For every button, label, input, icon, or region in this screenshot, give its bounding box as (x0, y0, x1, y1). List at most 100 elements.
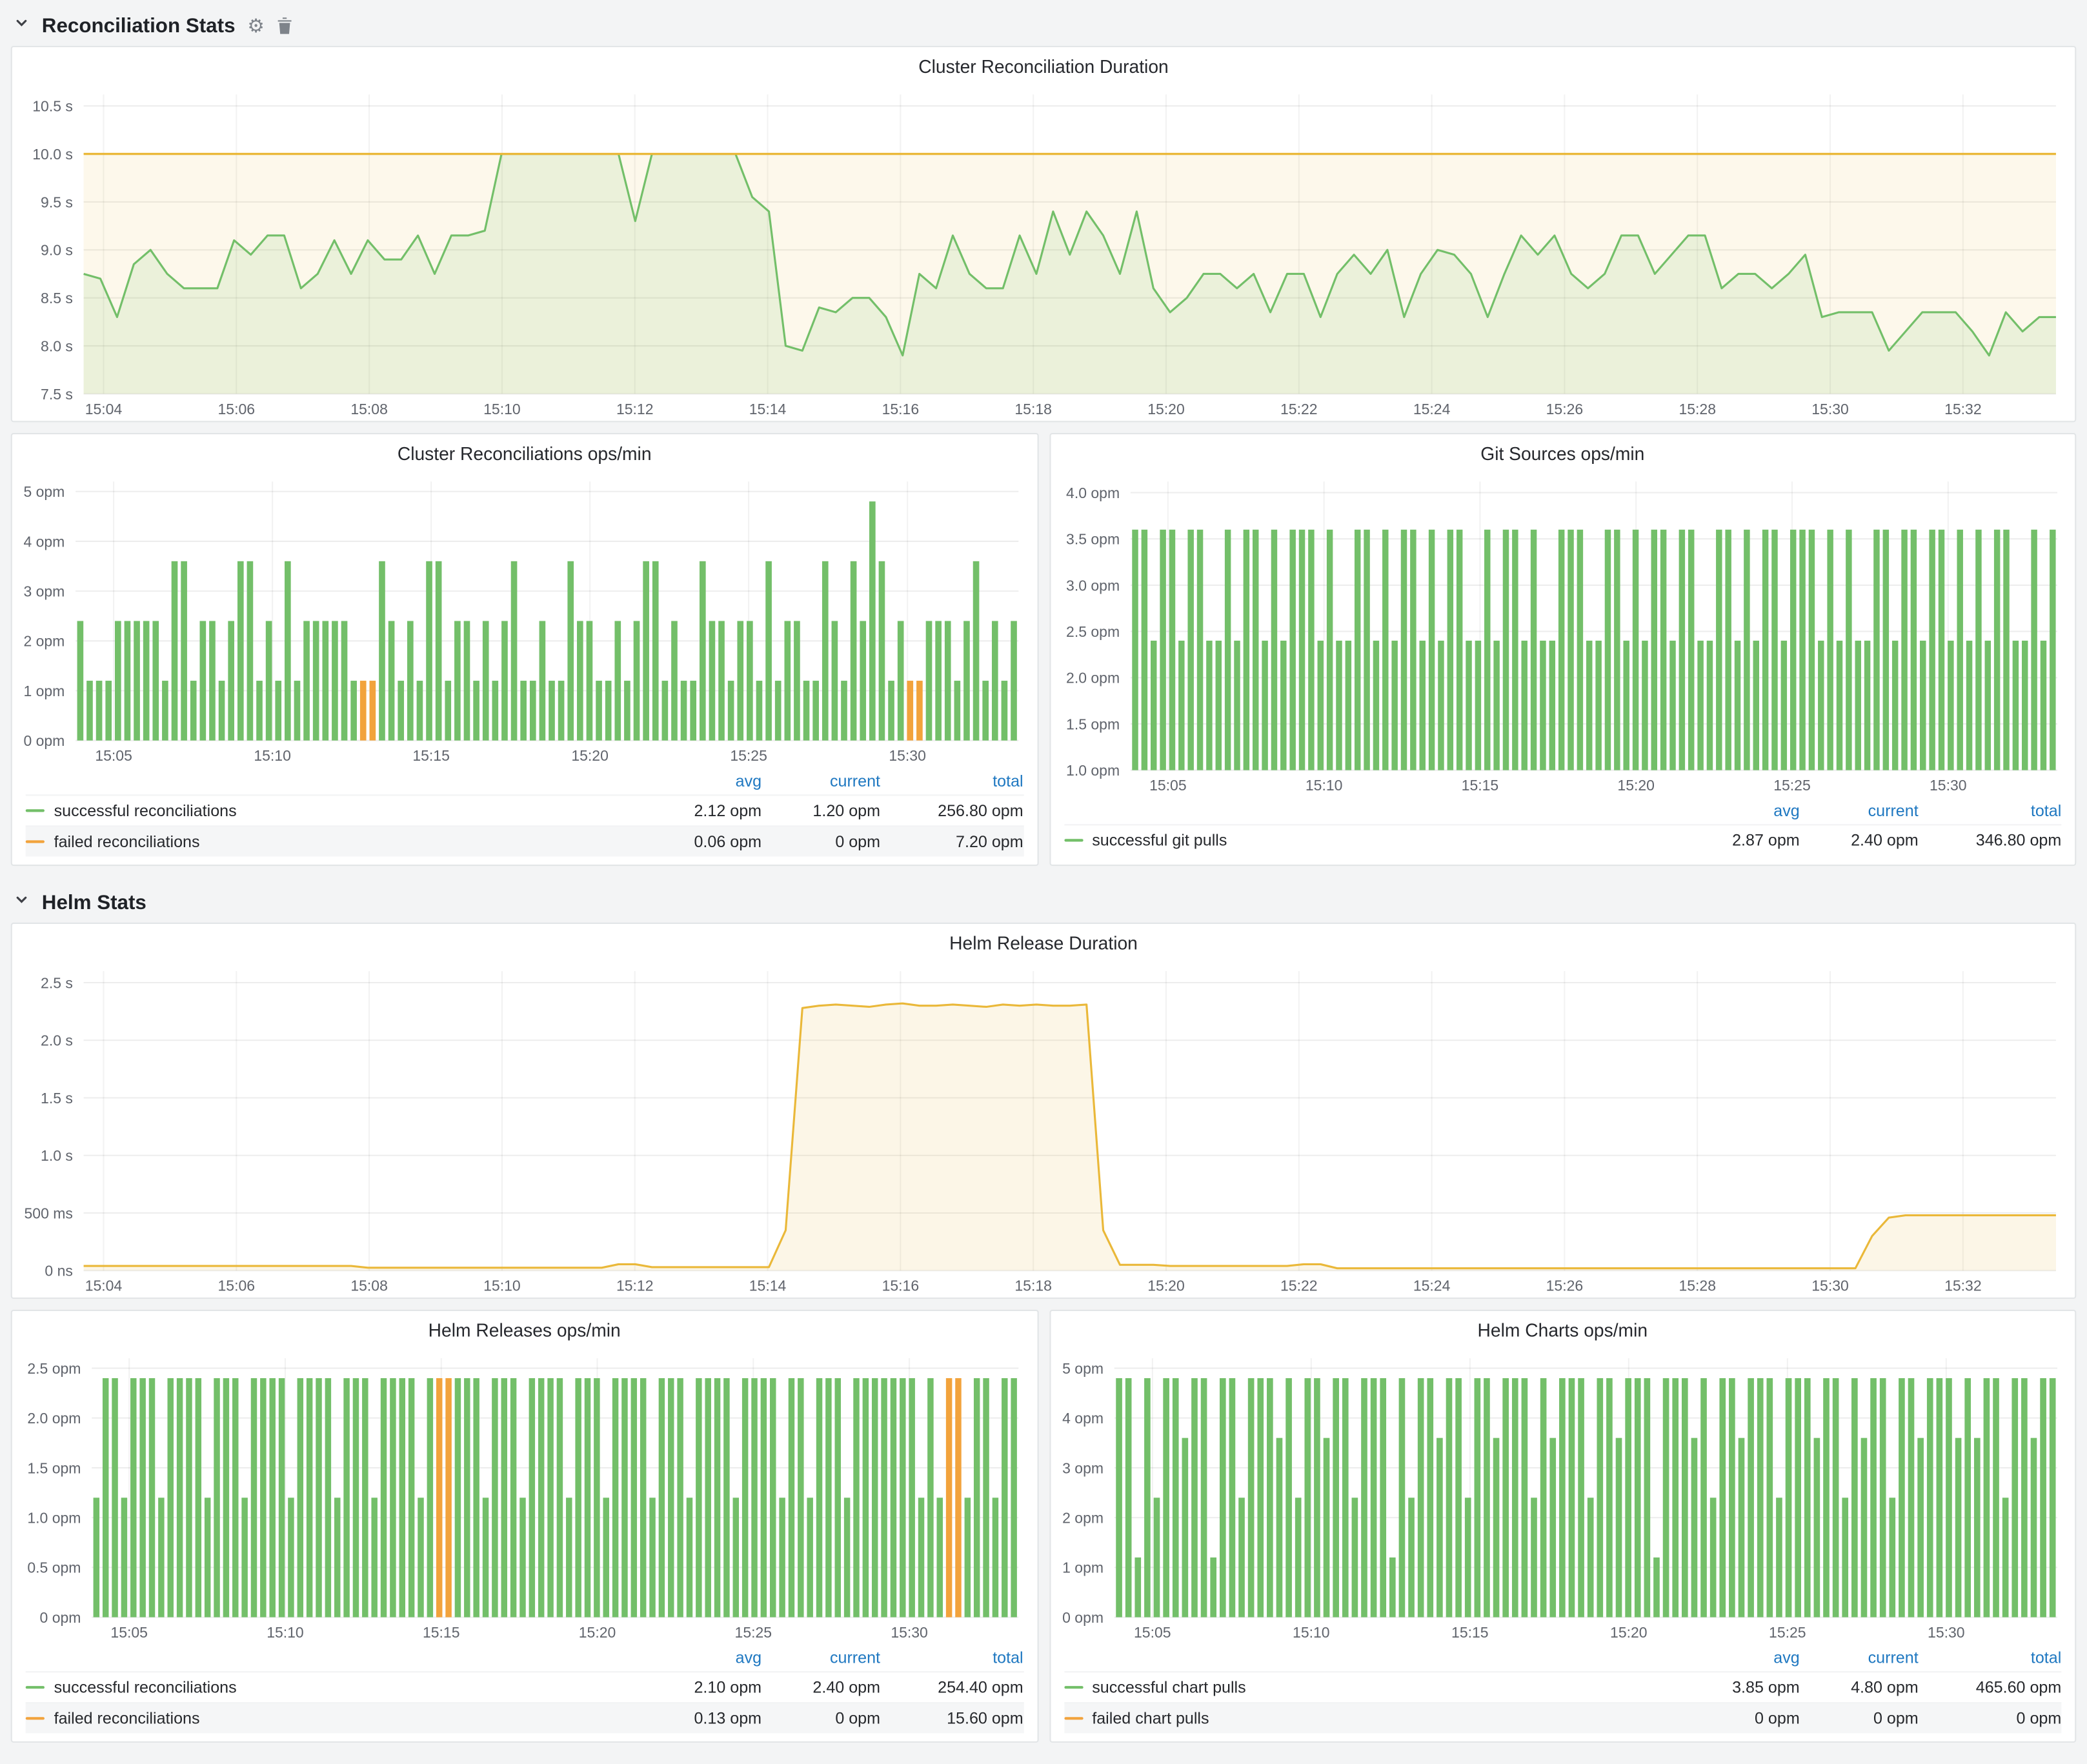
legend-col-current[interactable]: current (761, 1649, 880, 1667)
panel-title[interactable]: Cluster Reconciliations ops/min (12, 434, 1037, 468)
legend-col-current[interactable]: current (1800, 801, 1919, 820)
panel-title[interactable]: Git Sources ops/min (1050, 434, 2075, 468)
svg-text:15:20: 15:20 (1147, 1278, 1185, 1294)
legend-col-avg[interactable]: avg (643, 1649, 761, 1667)
legend-col-total[interactable]: total (880, 1649, 1023, 1667)
svg-text:15:25: 15:25 (1768, 1624, 1806, 1641)
legend-col-total[interactable]: total (1919, 1649, 2062, 1667)
legend: avg current total successful git pulls 2… (1050, 797, 2075, 863)
svg-text:1.5 s: 1.5 s (41, 1090, 73, 1107)
series-swatch (1064, 1717, 1082, 1719)
helm-release-duration-chart[interactable]: 15:0415:0615:0815:1015:1215:1415:1615:18… (12, 957, 2075, 1298)
legend-col-avg[interactable]: avg (1681, 801, 1800, 820)
section-helm-stats[interactable]: Helm Stats (11, 882, 2077, 923)
panel-title[interactable]: Helm Releases ops/min (12, 1311, 1037, 1345)
svg-text:0 opm: 0 opm (23, 732, 65, 749)
svg-text:4 opm: 4 opm (23, 533, 65, 550)
legend-current-value: 2.40 opm (1800, 831, 1919, 850)
series-swatch (26, 1686, 45, 1689)
cluster-reconciliation-duration-chart[interactable]: 15:0415:0615:0815:1015:1215:1415:1615:18… (12, 81, 2075, 421)
svg-text:15:15: 15:15 (1461, 777, 1498, 794)
svg-text:15:05: 15:05 (1133, 1624, 1171, 1641)
series-swatch (26, 809, 45, 812)
svg-text:9.0 s: 9.0 s (41, 242, 73, 259)
legend-header: avg current total (26, 767, 1023, 794)
gear-icon[interactable]: ⚙ (247, 16, 264, 35)
legend-current-value: 0 opm (761, 1709, 880, 1728)
svg-text:15:24: 15:24 (1413, 1278, 1451, 1294)
cluster-reconciliations-chart[interactable]: 15:0515:1015:1515:2015:2515:300 opm1 opm… (12, 468, 1037, 767)
legend-col-avg[interactable]: avg (1681, 1649, 1800, 1667)
legend-current-value: 2.40 opm (761, 1678, 880, 1697)
legend-col-total[interactable]: total (1919, 801, 2062, 820)
svg-text:5 opm: 5 opm (23, 483, 65, 500)
svg-text:15:15: 15:15 (423, 1624, 460, 1641)
svg-text:15:25: 15:25 (1773, 777, 1810, 794)
helm-releases-chart[interactable]: 15:0515:1015:1515:2015:2515:300 opm0.5 o… (12, 1345, 1037, 1644)
legend-series-label[interactable]: failed chart pulls (1064, 1709, 1680, 1728)
svg-text:1.0 opm: 1.0 opm (1065, 762, 1119, 779)
git-sources-chart[interactable]: 15:0515:1015:1515:2015:2515:301.0 opm1.5… (1050, 468, 2075, 797)
svg-text:0 opm: 0 opm (1062, 1609, 1103, 1626)
svg-text:10.0 s: 10.0 s (32, 146, 73, 163)
legend-col-avg[interactable]: avg (643, 772, 761, 790)
panel-title[interactable]: Cluster Reconciliation Duration (12, 47, 2075, 81)
legend-col-current[interactable]: current (761, 772, 880, 790)
trash-icon[interactable] (276, 17, 292, 34)
legend-series-label[interactable]: successful chart pulls (1064, 1678, 1680, 1697)
legend-row: successful git pulls 2.87 opm 2.40 opm 3… (1064, 824, 2061, 855)
legend-row: successful reconciliations 2.12 opm 1.20… (26, 794, 1023, 825)
series-swatch (26, 1717, 45, 1719)
svg-text:3 opm: 3 opm (1062, 1459, 1103, 1476)
svg-text:15:30: 15:30 (889, 747, 926, 764)
svg-text:15:10: 15:10 (1305, 777, 1342, 794)
svg-text:2.0 opm: 2.0 opm (1065, 670, 1119, 687)
legend-row: failed reconciliations 0.06 opm 0 opm 7.… (26, 825, 1023, 856)
svg-text:15:06: 15:06 (218, 1278, 256, 1294)
legend-current-value: 1.20 opm (761, 801, 880, 820)
legend-avg-value: 2.12 opm (643, 801, 761, 820)
svg-text:15:18: 15:18 (1014, 1278, 1052, 1294)
svg-text:1.0 s: 1.0 s (41, 1147, 73, 1164)
legend-total-value: 254.40 opm (880, 1678, 1023, 1697)
svg-text:15:10: 15:10 (483, 1278, 521, 1294)
svg-text:1.5 opm: 1.5 opm (1065, 716, 1119, 732)
svg-text:15:30: 15:30 (1811, 1278, 1849, 1294)
dashboard: Reconciliation Stats ⚙ Cluster Reconcili… (0, 0, 2087, 1764)
svg-text:15:30: 15:30 (1927, 1624, 1964, 1641)
svg-text:5 opm: 5 opm (1062, 1360, 1103, 1377)
legend-series-label[interactable]: successful reconciliations (26, 1678, 643, 1697)
section-title: Reconciliation Stats (42, 14, 236, 37)
svg-text:1.5 opm: 1.5 opm (27, 1459, 81, 1476)
legend-series-label[interactable]: failed reconciliations (26, 832, 643, 851)
svg-text:15:30: 15:30 (891, 1624, 928, 1641)
svg-text:2.5 s: 2.5 s (41, 974, 73, 991)
legend-col-current[interactable]: current (1800, 1649, 1919, 1667)
svg-text:15:04: 15:04 (85, 1278, 123, 1294)
panel-title[interactable]: Helm Release Duration (12, 924, 2075, 957)
svg-text:15:10: 15:10 (254, 747, 291, 764)
legend-header: avg current total (1064, 1644, 2061, 1671)
legend-series-label[interactable]: successful reconciliations (26, 801, 643, 820)
svg-text:8.5 s: 8.5 s (41, 290, 73, 306)
svg-text:9.5 s: 9.5 s (41, 194, 73, 210)
svg-text:15:10: 15:10 (483, 401, 521, 417)
svg-text:15:10: 15:10 (267, 1624, 304, 1641)
legend-total-value: 7.20 opm (880, 832, 1023, 851)
svg-text:15:05: 15:05 (1149, 777, 1186, 794)
helm-charts-chart[interactable]: 15:0515:1015:1515:2015:2515:300 opm1 opm… (1050, 1345, 2075, 1644)
svg-text:7.5 s: 7.5 s (41, 386, 73, 403)
legend-total-value: 346.80 opm (1919, 831, 2062, 850)
series-swatch (26, 840, 45, 843)
section-reconciliation-stats[interactable]: Reconciliation Stats ⚙ (11, 5, 2077, 46)
legend-col-total[interactable]: total (880, 772, 1023, 790)
legend-series-label[interactable]: failed reconciliations (26, 1709, 643, 1728)
svg-text:15:28: 15:28 (1679, 1278, 1716, 1294)
legend-series-label[interactable]: successful git pulls (1064, 831, 1680, 850)
svg-text:15:16: 15:16 (882, 1278, 920, 1294)
svg-text:15:20: 15:20 (1617, 777, 1654, 794)
chevron-down-icon (14, 14, 30, 38)
legend: avg current total successful chart pulls… (1050, 1644, 2075, 1741)
panel-title[interactable]: Helm Charts ops/min (1050, 1311, 2075, 1345)
series-swatch (1064, 1686, 1082, 1689)
